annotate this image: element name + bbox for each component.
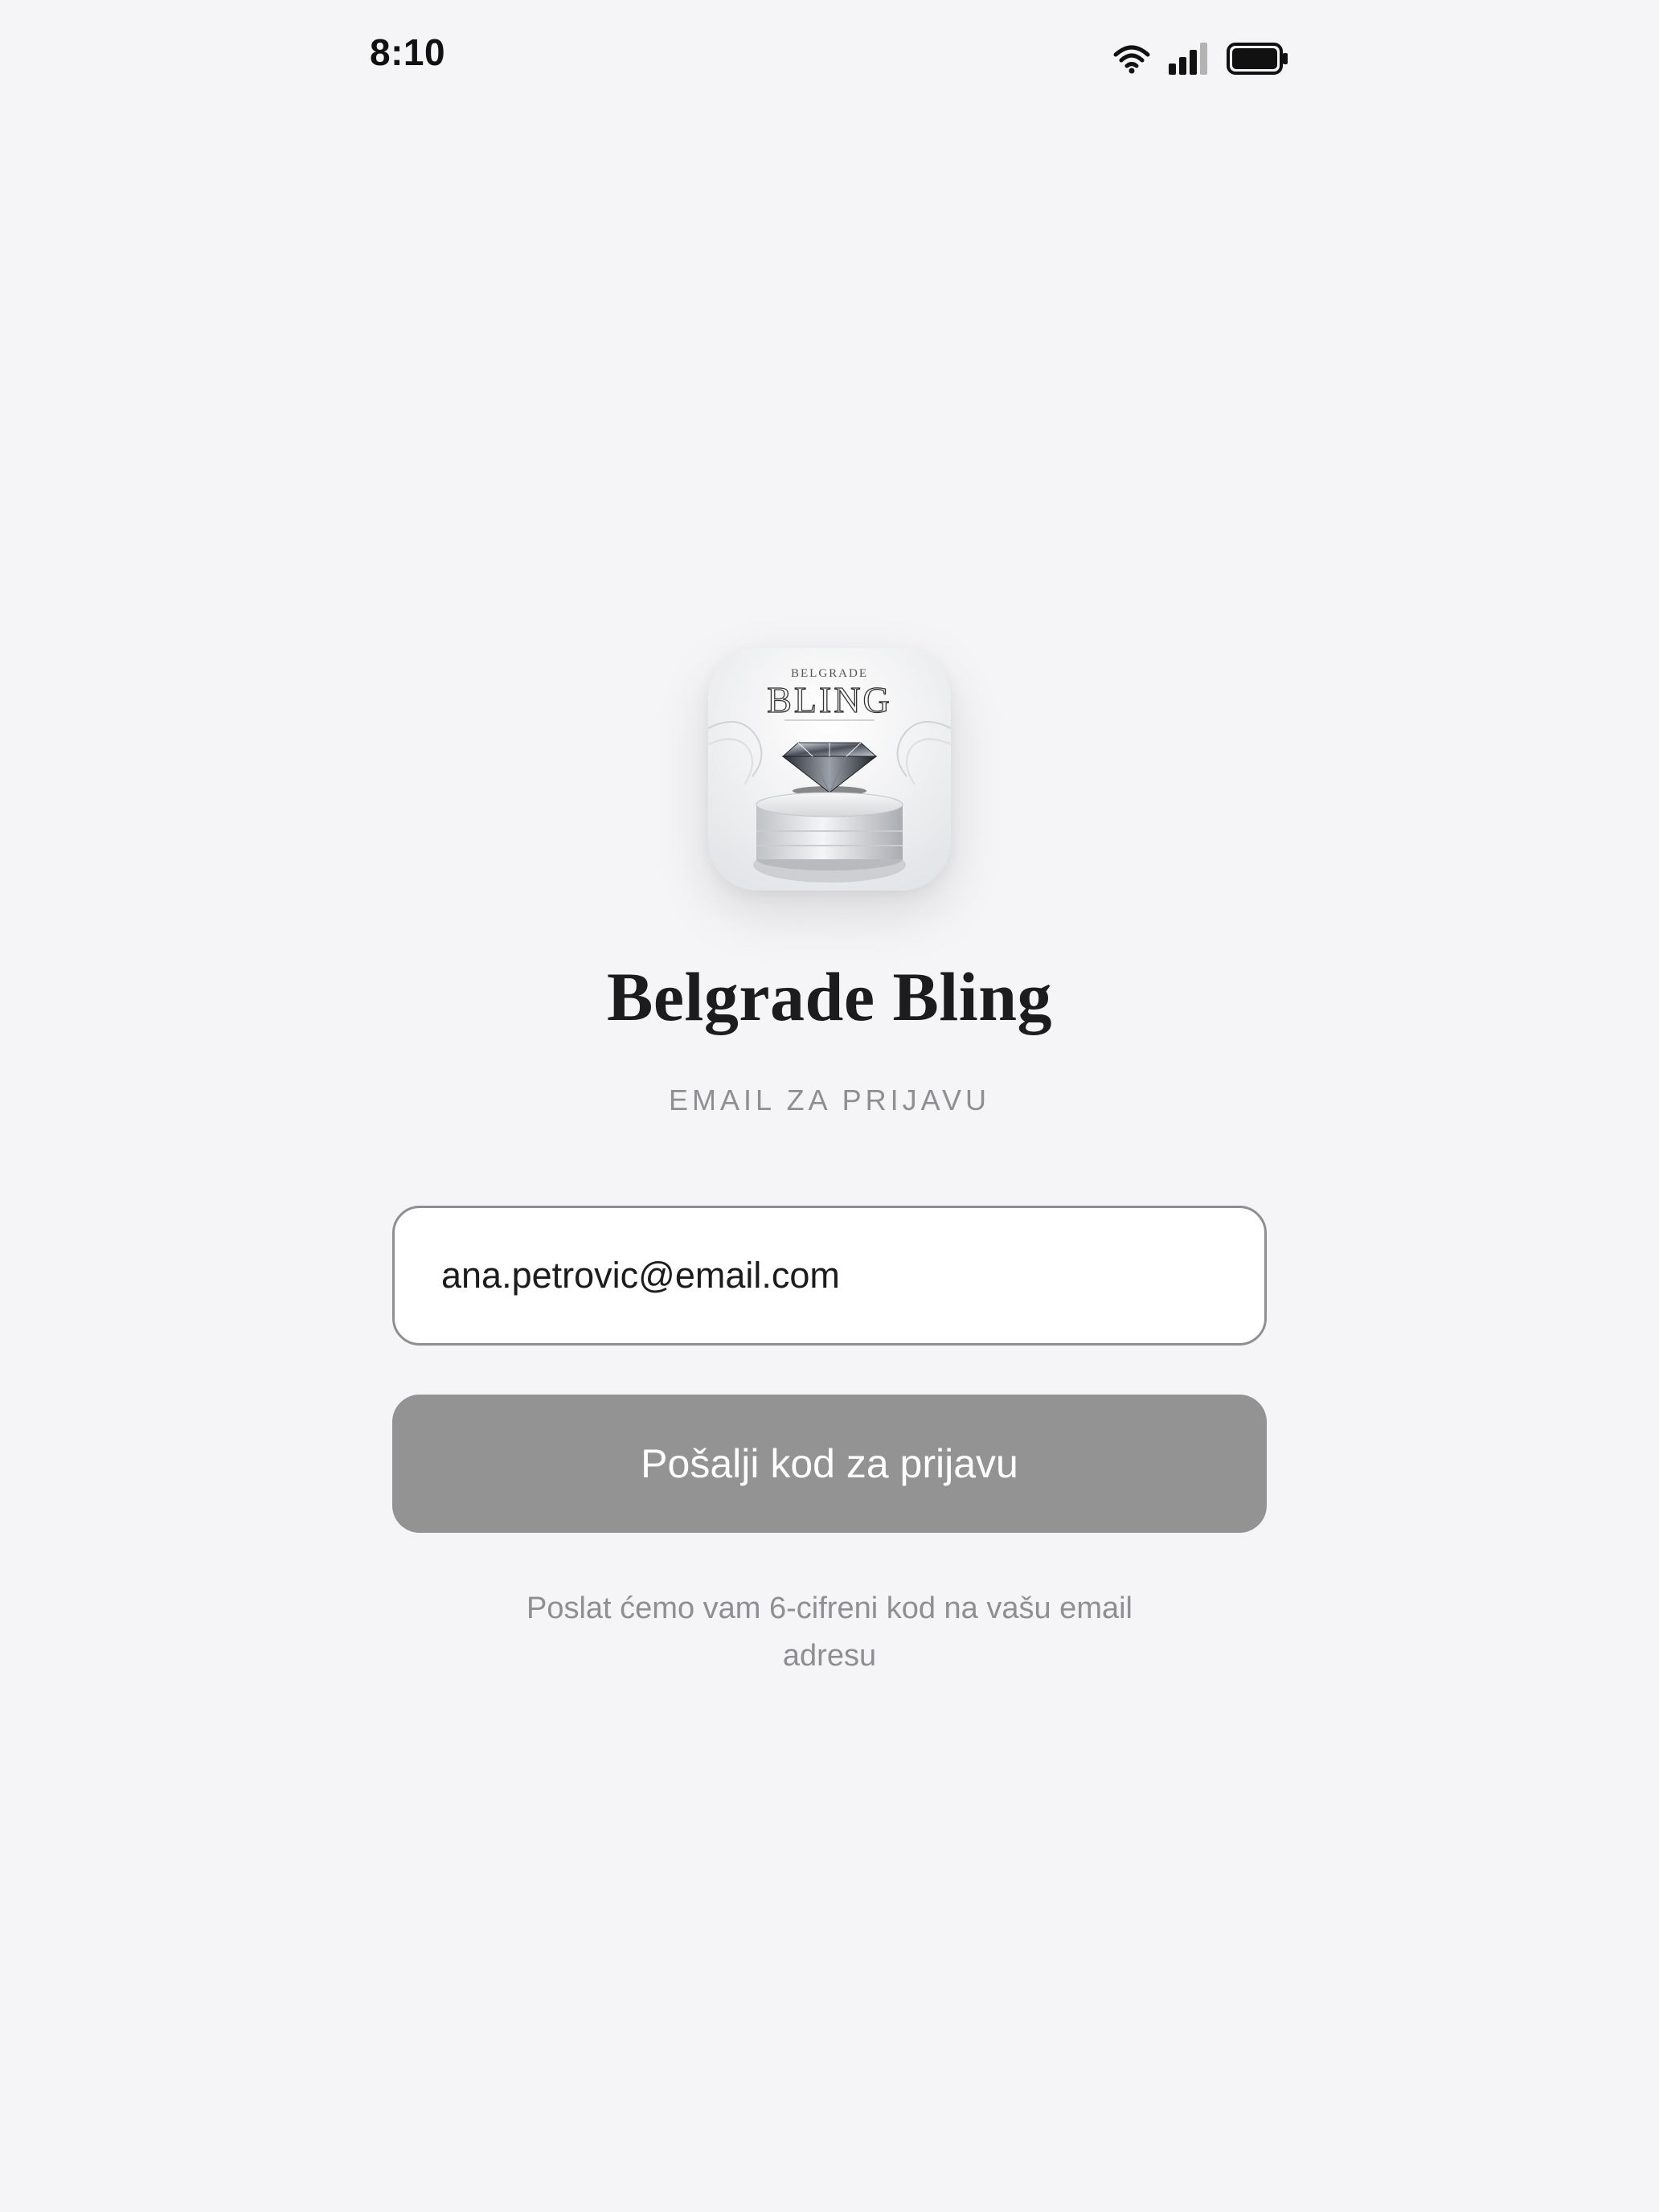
hint-text: Poslat ćemo vam 6-cifreni kod na vašu em… — [526, 1591, 1133, 1673]
cellular-signal-icon — [1169, 43, 1209, 75]
app-icon-text-top: BELGRADE — [791, 667, 868, 680]
status-time: 8:10 — [370, 31, 446, 73]
app-title: Belgrade Bling — [606, 958, 1053, 1035]
status-bar: 8:10 — [0, 0, 1659, 113]
status-icons — [1112, 39, 1289, 79]
app-icon: BELGRADE BLING — [708, 648, 951, 891]
email-input[interactable] — [392, 1206, 1267, 1346]
app-icon-text-main: BLING — [767, 679, 892, 720]
email-label: EMAIL ZA PRIJAVU — [668, 1083, 991, 1116]
battery-icon — [1227, 43, 1289, 75]
send-login-code-button[interactable]: Pošalji kod za prijavu — [392, 1395, 1267, 1533]
wifi-icon — [1112, 43, 1151, 74]
